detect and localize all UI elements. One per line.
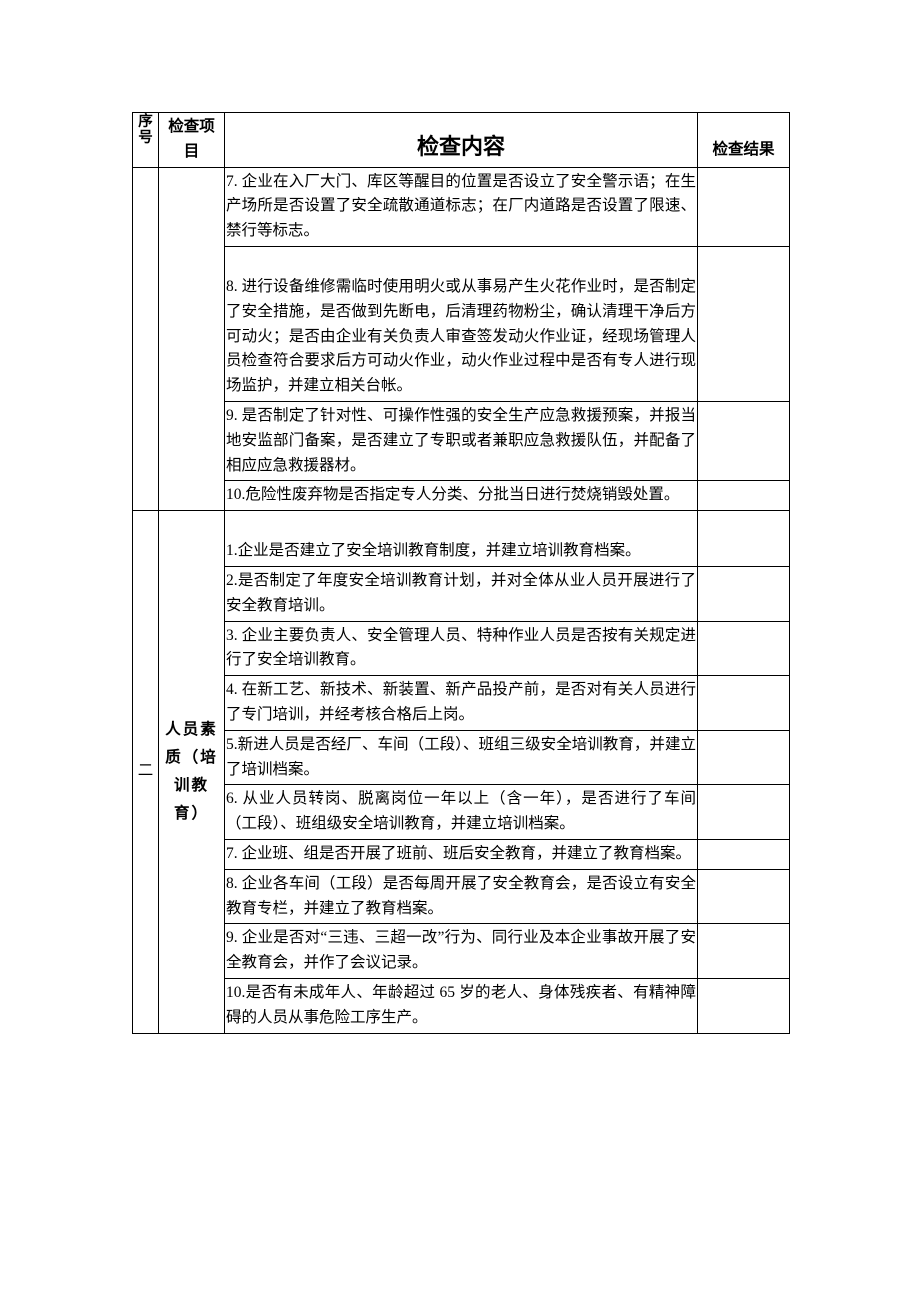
result-cell <box>698 676 790 731</box>
content-cell: 1.企业是否建立了安全培训教育制度，并建立培训教育档案。 <box>225 511 698 567</box>
result-cell <box>698 785 790 840</box>
result-cell <box>698 978 790 1033</box>
result-cell <box>698 566 790 621</box>
item-cell <box>159 167 225 511</box>
content-cell: 9. 企业是否对“三违、三超一改”行为、同行业及本企业事故开展了安全教育会，并作… <box>225 924 698 979</box>
table-row: 5.新进人员是否经厂、车间（工段）、班组三级安全培训教育，并建立了培训档案。 <box>133 730 790 785</box>
table-row: 9. 企业是否对“三违、三超一改”行为、同行业及本企业事故开展了安全教育会，并作… <box>133 924 790 979</box>
result-cell <box>698 167 790 246</box>
item-cell: 人员素质（培训教育） <box>159 511 225 1033</box>
result-cell <box>698 730 790 785</box>
inspection-table: 序号 检查项目 检查内容 检查结果 7. 企业在入厂大门、库区等醒目的位置是否设… <box>132 112 790 1034</box>
table-row: 10.是否有未成年人、年龄超过 65 岁的老人、身体残疾者、有精神障碍的人员从事… <box>133 978 790 1033</box>
header-content: 检查内容 <box>225 113 698 168</box>
content-cell: 3. 企业主要负责人、安全管理人员、特种作业人员是否按有关规定进行了安全培训教育… <box>225 621 698 676</box>
result-cell <box>698 246 790 401</box>
table-row: 10.危险性废弃物是否指定专人分类、分批当日进行焚烧销毁处置。 <box>133 481 790 511</box>
table-row: 9. 是否制定了针对性、可操作性强的安全生产应急救援预案，并报当地安监部门备案，… <box>133 401 790 480</box>
content-cell: 7. 企业班、组是否开展了班前、班后安全教育，并建立了教育档案。 <box>225 839 698 869</box>
result-cell <box>698 481 790 511</box>
table-row: 6. 从业人员转岗、脱离岗位一年以上（含一年），是否进行了车间（工段）、班组级安… <box>133 785 790 840</box>
table-row: 2.是否制定了年度安全培训教育计划，并对全体从业人员开展进行了安全教育培训。 <box>133 566 790 621</box>
table-row: 7. 企业班、组是否开展了班前、班后安全教育，并建立了教育档案。 <box>133 839 790 869</box>
result-cell <box>698 511 790 567</box>
result-cell <box>698 401 790 480</box>
content-cell: 8. 进行设备维修需临时使用明火或从事易产生火花作业时，是否制定了安全措施，是否… <box>225 246 698 401</box>
content-cell: 10.是否有未成年人、年龄超过 65 岁的老人、身体残疾者、有精神障碍的人员从事… <box>225 978 698 1033</box>
content-cell: 6. 从业人员转岗、脱离岗位一年以上（含一年），是否进行了车间（工段）、班组级安… <box>225 785 698 840</box>
result-cell <box>698 869 790 924</box>
content-cell: 8. 企业各车间（工段）是否每周开展了安全教育会，是否设立有安全教育专栏，并建立… <box>225 869 698 924</box>
table-row: 3. 企业主要负责人、安全管理人员、特种作业人员是否按有关规定进行了安全培训教育… <box>133 621 790 676</box>
table-row: 二人员素质（培训教育）1.企业是否建立了安全培训教育制度，并建立培训教育档案。 <box>133 511 790 567</box>
content-cell: 9. 是否制定了针对性、可操作性强的安全生产应急救援预案，并报当地安监部门备案，… <box>225 401 698 480</box>
content-cell: 7. 企业在入厂大门、库区等醒目的位置是否设立了安全警示语；在生产场所是否设置了… <box>225 167 698 246</box>
result-cell <box>698 924 790 979</box>
table-row: 4. 在新工艺、新技术、新装置、新产品投产前，是否对有关人员进行了专门培训，并经… <box>133 676 790 731</box>
content-cell: 4. 在新工艺、新技术、新装置、新产品投产前，是否对有关人员进行了专门培训，并经… <box>225 676 698 731</box>
result-cell <box>698 621 790 676</box>
table-row: 8. 企业各车间（工段）是否每周开展了安全教育会，是否设立有安全教育专栏，并建立… <box>133 869 790 924</box>
header-item: 检查项目 <box>159 113 225 168</box>
header-result: 检查结果 <box>698 113 790 168</box>
header-sequence: 序号 <box>133 113 159 168</box>
result-cell <box>698 839 790 869</box>
table-row: 7. 企业在入厂大门、库区等醒目的位置是否设立了安全警示语；在生产场所是否设置了… <box>133 167 790 246</box>
sequence-cell <box>133 167 159 511</box>
content-cell: 10.危险性废弃物是否指定专人分类、分批当日进行焚烧销毁处置。 <box>225 481 698 511</box>
sequence-cell: 二 <box>133 511 159 1033</box>
content-cell: 5.新进人员是否经厂、车间（工段）、班组三级安全培训教育，并建立了培训档案。 <box>225 730 698 785</box>
content-cell: 2.是否制定了年度安全培训教育计划，并对全体从业人员开展进行了安全教育培训。 <box>225 566 698 621</box>
table-row: 8. 进行设备维修需临时使用明火或从事易产生火花作业时，是否制定了安全措施，是否… <box>133 246 790 401</box>
table-header-row: 序号 检查项目 检查内容 检查结果 <box>133 113 790 168</box>
